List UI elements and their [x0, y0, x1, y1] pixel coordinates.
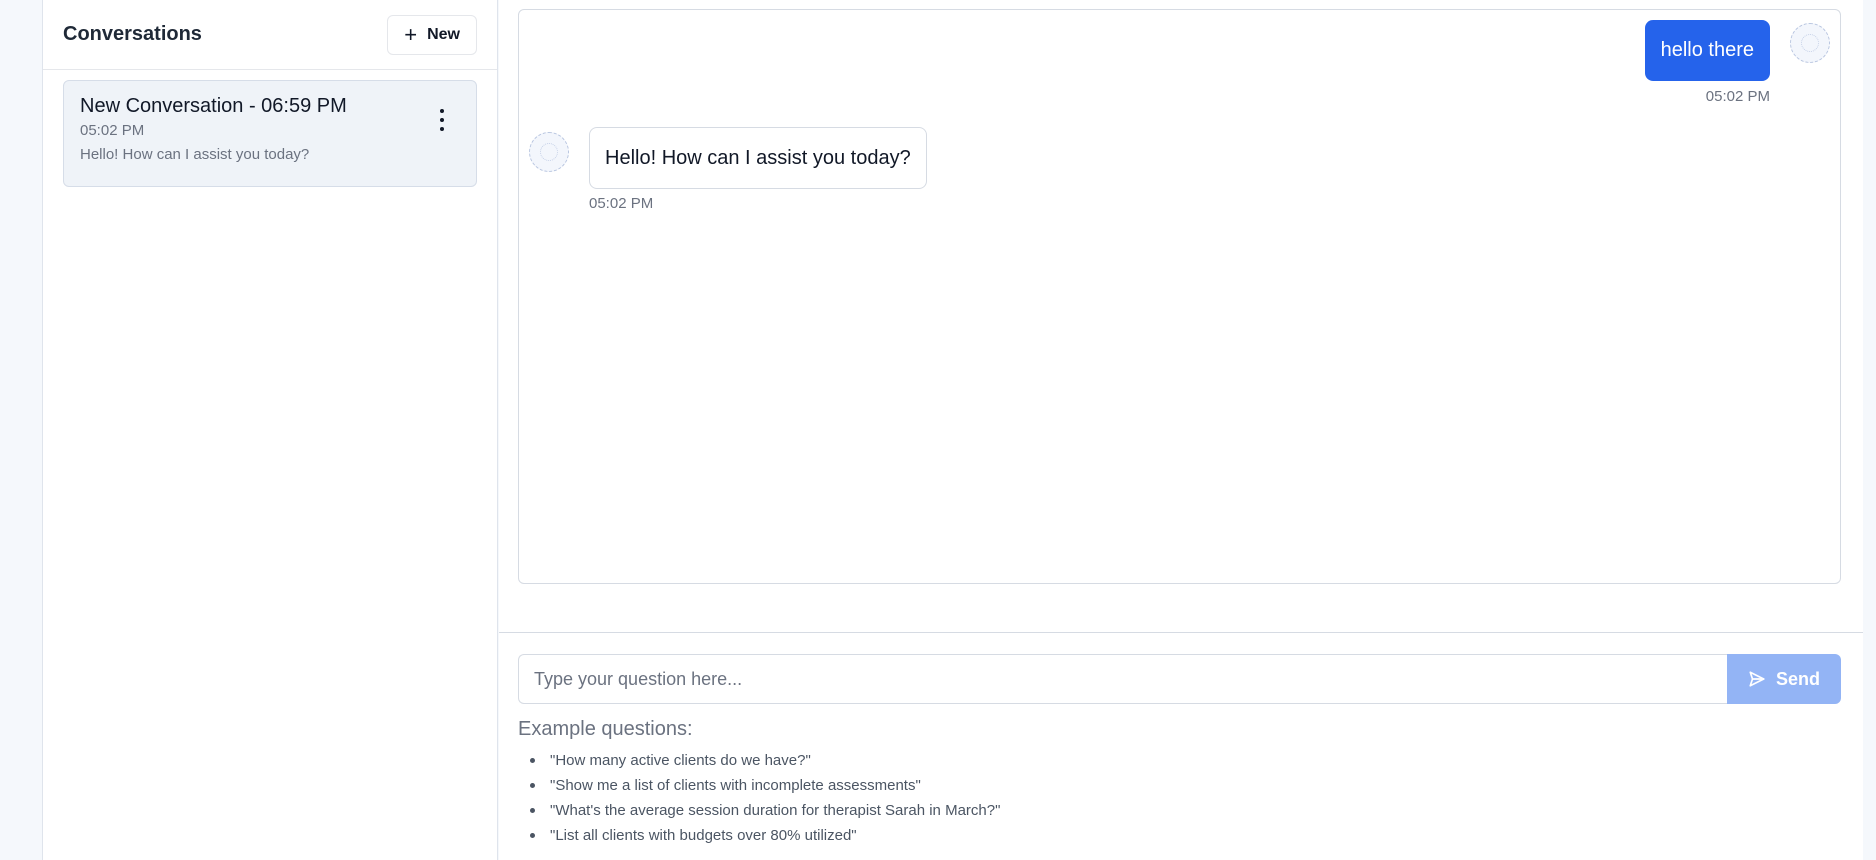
example-question: "Show me a list of clients with incomple…: [530, 773, 1000, 798]
example-question: "What's the average session duration for…: [530, 798, 1000, 823]
examples-title: Example questions:: [518, 718, 693, 740]
composer-row: Send: [518, 654, 1841, 704]
user-message-bubble: hello there: [1644, 20, 1770, 81]
send-icon: [1749, 671, 1765, 687]
new-conversation-button[interactable]: + New: [387, 14, 477, 55]
user-avatar: [1790, 23, 1830, 63]
question-input[interactable]: [518, 654, 1727, 704]
sidebar-header: Conversations + New: [43, 0, 497, 70]
more-options-icon[interactable]: [434, 109, 450, 131]
example-question: "List all clients with budgets over 80% …: [530, 823, 1000, 848]
assistant-message-bubble: Hello! How can I assist you today?: [589, 127, 927, 189]
user-message-time: 05:02 PM: [1705, 88, 1770, 105]
composer-divider: [499, 632, 1863, 633]
assistant-message-time: 05:02 PM: [589, 195, 654, 212]
examples-list: "How many active clients do we have?" "S…: [530, 748, 1000, 848]
example-question: "How many active clients do we have?": [530, 748, 1000, 773]
conversation-item[interactable]: New Conversation - 06:59 PM 05:02 PM Hel…: [63, 80, 477, 187]
conversation-preview: Hello! How can I assist you today?: [80, 146, 310, 163]
sidebar-title: Conversations: [63, 23, 202, 45]
chat-main: hello there 05:02 PM Hello! How can I as…: [499, 0, 1863, 860]
conversation-title: New Conversation - 06:59 PM: [80, 95, 347, 117]
new-button-label: New: [427, 25, 460, 43]
send-button[interactable]: Send: [1727, 654, 1841, 704]
conversations-sidebar: Conversations + New New Conversation - 0…: [43, 0, 498, 860]
conversation-time: 05:02 PM: [80, 122, 145, 139]
plus-icon: +: [404, 21, 418, 47]
assistant-avatar: [529, 132, 569, 172]
chat-messages-panel[interactable]: hello there 05:02 PM Hello! How can I as…: [518, 9, 1841, 584]
send-button-label: Send: [1775, 668, 1820, 689]
